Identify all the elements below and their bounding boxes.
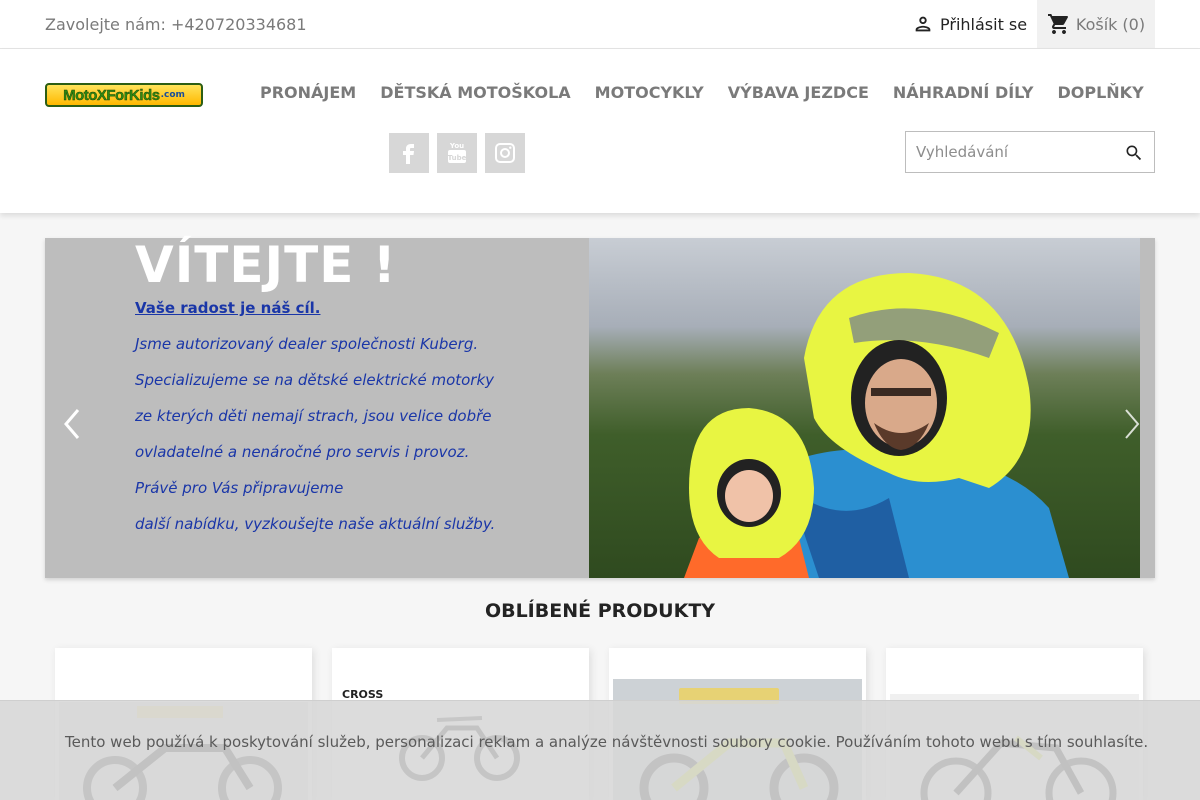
slide-subtitle[interactable]: Vaše radost je náš cíl. — [135, 299, 320, 317]
search-input[interactable] — [906, 132, 1106, 172]
slide-photo — [589, 238, 1140, 578]
slide-line: ze kterých děti nemají strach, jsou veli… — [135, 407, 492, 425]
featured-products-title: OBLÍBENÉ PRODUKTY — [484, 600, 716, 622]
search-icon[interactable] — [1124, 143, 1144, 163]
slide-line: Jsme autorizovaný dealer společnosti Kub… — [135, 335, 479, 353]
nav-item-doplnky[interactable]: DOPLŇKY — [1057, 83, 1143, 102]
nav-item-pronajem[interactable]: PRONÁJEM — [260, 83, 356, 102]
cart-icon — [1047, 14, 1068, 34]
main-nav: PRONÁJEM DĚTSKÁ MOTOŠKOLA MOTOCYKLY VÝBA… — [260, 83, 1144, 102]
nav-item-motoskola[interactable]: DĚTSKÁ MOTOŠKOLA — [380, 83, 570, 102]
slide-text: Jsme autorizovaný dealer společnosti Kub… — [135, 335, 495, 551]
cart-count: (0) — [1122, 14, 1146, 34]
top-bar: Zavolejte nám: +420720334681 Přihlásit s… — [0, 0, 1200, 49]
svg-text:You: You — [449, 142, 464, 150]
svg-text:Tube: Tube — [448, 154, 467, 162]
nav-item-nahradni-dily[interactable]: NÁHRADNÍ DÍLY — [893, 83, 1034, 102]
logo-suffix: .com — [160, 90, 185, 100]
facebook-link[interactable] — [389, 133, 429, 173]
slide-line: Právě pro Vás připravujeme — [135, 479, 344, 497]
site-logo[interactable]: MotoXForKids .com — [45, 83, 203, 107]
slide-line: další nabídku, vyzkoušejte naše aktuální… — [135, 515, 496, 533]
site-header: MotoXForKids .com PRONÁJEM DĚTSKÁ MOTOŠK… — [0, 49, 1200, 213]
nav-item-motocykly[interactable]: MOTOCYKLY — [595, 83, 704, 102]
user-icon — [915, 16, 931, 32]
slider-prev-arrow[interactable] — [60, 404, 84, 444]
slide-line: Specializujeme se na dětské elektrické m… — [135, 371, 495, 389]
cart-label: Košík — [1075, 14, 1118, 34]
cookie-text: Tento web používá k poskytování služeb, … — [65, 733, 1149, 751]
signin-label: Přihlásit se — [940, 14, 1028, 34]
youtube-link[interactable]: Tube You — [437, 133, 477, 173]
slide-title: VÍTEJTE ! — [135, 236, 397, 294]
contact-phone: Zavolejte nám: +420720334681 — [45, 15, 307, 34]
slide-line: ovladatelné a nenáročné pro servis i pro… — [135, 443, 470, 461]
nav-item-vybava[interactable]: VÝBAVA JEZDCE — [728, 83, 869, 102]
instagram-icon — [495, 143, 515, 163]
youtube-icon: Tube You — [448, 142, 467, 163]
cookie-banner: Tento web používá k poskytování služeb, … — [0, 700, 1200, 800]
slider-next-arrow[interactable] — [1120, 404, 1144, 444]
signin-link[interactable]: Přihlásit se — [912, 13, 1027, 35]
instagram-link[interactable] — [485, 133, 525, 173]
logo-text: MotoXForKids — [63, 86, 160, 104]
cart-button[interactable]: Košík (0) — [1037, 0, 1155, 48]
social-links: Tube You — [389, 133, 525, 173]
search-box — [905, 131, 1155, 173]
hero-slider: VÍTEJTE ! Vaše radost je náš cíl. Jsme a… — [45, 236, 1155, 578]
facebook-icon — [403, 144, 414, 164]
